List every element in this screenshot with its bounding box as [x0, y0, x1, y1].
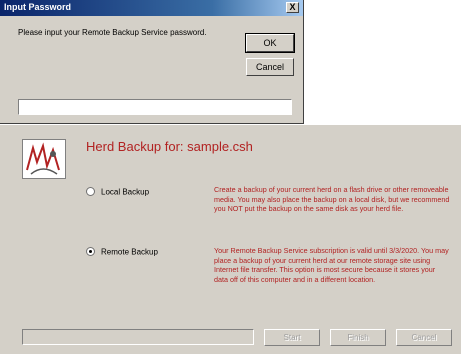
- finish-button[interactable]: Finish: [330, 329, 386, 346]
- radio-unchecked-icon[interactable]: [86, 187, 95, 197]
- radio-checked-icon[interactable]: [86, 247, 95, 257]
- remote-backup-radio[interactable]: Remote Backup: [86, 247, 158, 257]
- herd-logo-icon: [22, 139, 66, 179]
- remote-backup-description: Your Remote Backup Service subscription …: [214, 246, 449, 284]
- herd-backup-window: Herd Backup for: sample.csh Local Backup…: [0, 124, 461, 354]
- wizard-cancel-button[interactable]: Cancel: [396, 329, 452, 346]
- cancel-button[interactable]: Cancel: [246, 58, 294, 76]
- local-backup-label: Local Backup: [101, 187, 150, 197]
- dialog-titlebar[interactable]: Input Password X: [0, 0, 303, 16]
- dialog-title: Input Password: [4, 2, 72, 12]
- wizard-title: Herd Backup for: sample.csh: [86, 139, 253, 154]
- backup-progress-bar: [22, 329, 254, 345]
- close-icon[interactable]: X: [286, 2, 299, 13]
- input-password-dialog: Input Password X Please input your Remot…: [0, 0, 304, 124]
- local-backup-description: Create a backup of your current herd on …: [214, 185, 450, 214]
- ok-button[interactable]: OK: [245, 33, 295, 53]
- password-prompt: Please input your Remote Backup Service …: [18, 28, 207, 37]
- local-backup-radio[interactable]: Local Backup: [86, 187, 150, 197]
- remote-backup-label: Remote Backup: [101, 247, 158, 257]
- password-field[interactable]: [18, 99, 292, 115]
- start-button[interactable]: Start: [264, 329, 320, 346]
